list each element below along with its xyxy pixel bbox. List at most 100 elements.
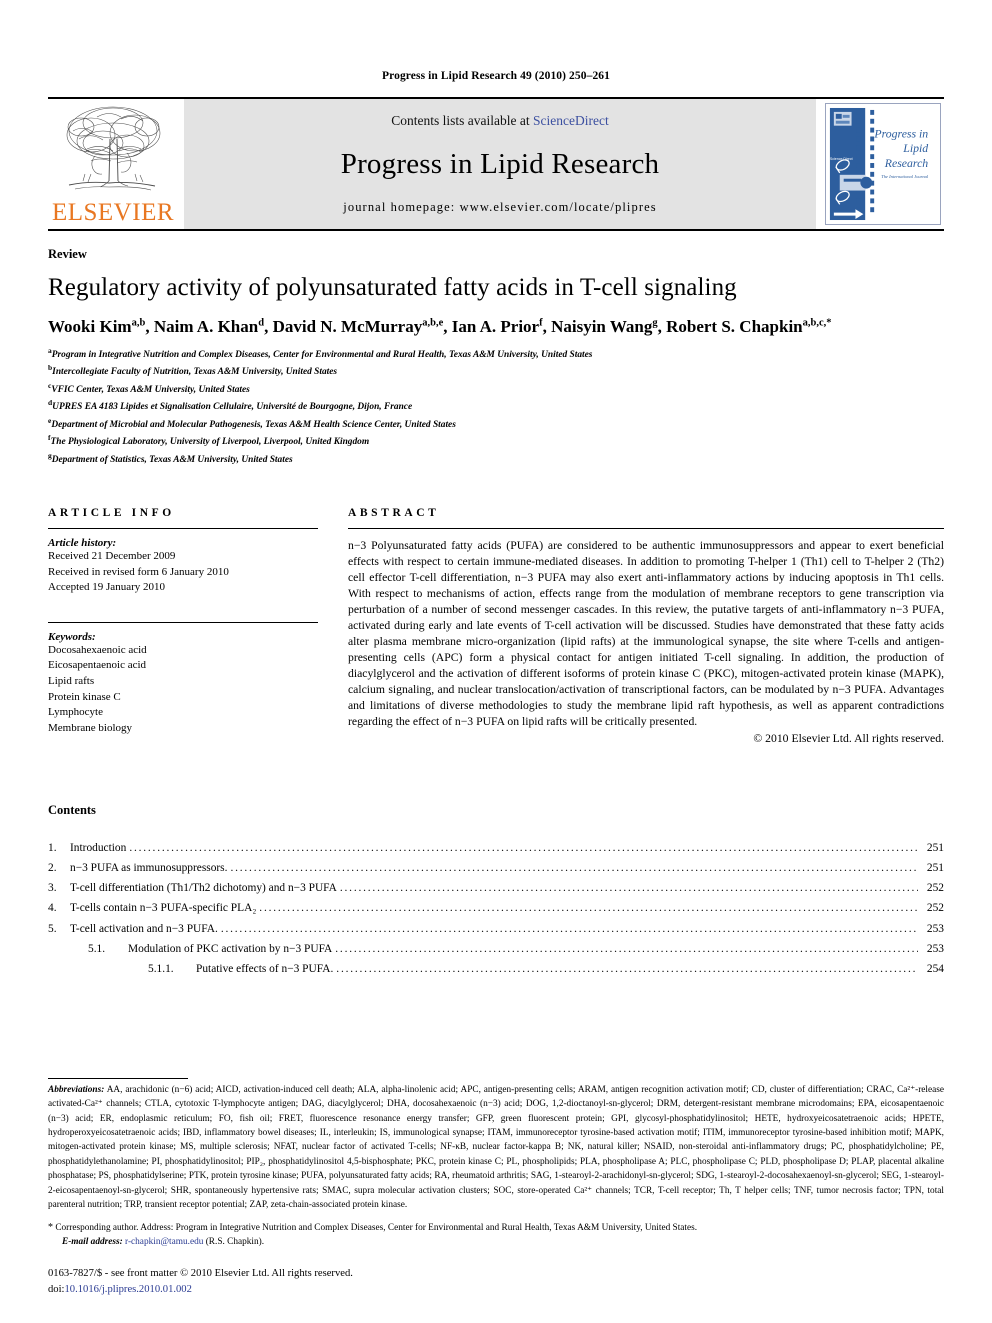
doi-line: doi:10.1016/j.plipres.2010.01.002 — [48, 1282, 944, 1297]
toc-page-number: 254 — [926, 963, 944, 976]
toc-entry[interactable]: 5.1. Modulation of PKC activation by n−3 … — [48, 939, 944, 959]
affiliation-item: fThe Physiological Laboratory, Universit… — [48, 432, 944, 449]
affiliation-item: bIntercollegiate Faculty of Nutrition, T… — [48, 362, 944, 379]
toc-label: T-cell activation and n−3 PUFA. — [70, 922, 218, 935]
affiliation-item: gDepartment of Statistics, Texas A&M Uni… — [48, 450, 944, 467]
author-affiliation-mark: g — [652, 317, 658, 329]
toc-entry[interactable]: 5. T-cell activation and n−3 PUFA........… — [48, 919, 944, 939]
toc-leader-dots: ........................................… — [129, 841, 918, 854]
toc-label: Modulation of PKC activation by n−3 PUFA — [128, 943, 333, 956]
toc-label: T-cell differentiation (Th1/Th2 dichotom… — [70, 882, 337, 895]
journal-cover-image: Science Direct Progress in Lipid Researc… — [825, 103, 941, 225]
author-affiliation-mark: f — [539, 317, 543, 329]
toc-number: 2. — [48, 861, 57, 874]
toc-number: 5.1.1. — [148, 963, 174, 976]
toc-page-number: 252 — [926, 882, 944, 895]
doi-label: doi: — [48, 1283, 65, 1295]
toc-leader-dots: ........................................… — [339, 882, 918, 895]
author-name: Robert S. Chapkin — [666, 316, 803, 336]
toc-number: 5.1. — [88, 943, 106, 956]
toc-entry[interactable]: 5.1.1. Putative effects of n−3 PUFA......… — [48, 959, 944, 979]
article-history-item: Accepted 19 January 2010 — [48, 581, 165, 594]
article-type-label: Review — [48, 247, 87, 261]
affiliation-item: aProgram in Integrative Nutrition and Co… — [48, 345, 944, 362]
email-link[interactable]: r-chapkin@tamu.edu — [125, 1237, 203, 1247]
article-history-label: Article history: — [48, 536, 117, 549]
toc-entry[interactable]: 3. T-cell differentiation (Th1/Th2 dichot… — [48, 878, 944, 898]
keywords-block: Keywords: Docosahexaenoic acid Eicosapent… — [48, 621, 318, 737]
sciencedirect-link[interactable]: ScienceDirect — [533, 113, 609, 128]
affiliation-item: dUPRES EA 4183 Lipides et Signalisation … — [48, 397, 944, 414]
abstract-copyright: © 2010 Elsevier Ltd. All rights reserved… — [753, 731, 944, 745]
abbreviations-note: Abbreviations: AA, arachidonic (n−6) aci… — [48, 1083, 944, 1213]
article-info-column: ARTICLE INFO Article history: Received 2… — [48, 507, 338, 745]
affiliation-text: Department of Statistics, Texas A&M Univ… — [51, 454, 293, 465]
affiliation-text: VFIC Center, Texas A&M University, Unite… — [51, 384, 250, 395]
toc-label: Introduction — [70, 841, 127, 854]
journal-homepage[interactable]: journal homepage: www.elsevier.com/locat… — [343, 200, 656, 215]
toc-number: 1. — [48, 841, 57, 854]
abbreviations-label: Abbreviations: — [48, 1084, 105, 1095]
author-name: Ian A. Prior — [451, 316, 540, 336]
keyword-item: Lipid rafts — [48, 675, 95, 687]
asterisk-icon: * — [48, 1222, 53, 1234]
keywords-label: Keywords: — [48, 630, 96, 643]
journal-masthead: ELSEVIER Contents lists available at Sci… — [48, 99, 944, 229]
email-suffix: (R.S. Chapkin). — [205, 1237, 265, 1248]
author-name: David N. McMurray — [272, 316, 423, 336]
issn-line: 0163-7827/$ - see front matter © 2010 El… — [48, 1268, 353, 1280]
toc-leader-dots: ........................................… — [335, 943, 918, 956]
contents-available-line: Contents lists available at ScienceDirec… — [391, 113, 608, 129]
footnote-rule — [48, 1077, 188, 1079]
footnote-zone: Abbreviations: AA, arachidonic (n−6) aci… — [48, 1077, 944, 1297]
affiliation-text: Program in Integrative Nutrition and Com… — [51, 350, 593, 361]
keyword-item: Eicosapentaenoic acid — [48, 659, 147, 672]
cover-title-1: Progress in — [873, 126, 928, 140]
keywords-rule — [48, 621, 318, 623]
affiliation-text: The Physiological Laboratory, University… — [50, 437, 370, 448]
affiliation-text: UPRES EA 4183 Lipides et Signalisation C… — [52, 402, 413, 413]
abstract-rule — [348, 527, 944, 529]
toc-page-number: 251 — [926, 861, 944, 874]
masthead-bottom-rule — [48, 229, 944, 231]
issn-block: 0163-7827/$ - see front matter © 2010 El… — [48, 1266, 944, 1297]
toc-entry[interactable]: 2. n−3 PUFA as immunosuppressors.........… — [48, 858, 944, 878]
email-label: E-mail address: — [62, 1237, 123, 1248]
svg-text:The International Journal: The International Journal — [881, 174, 929, 179]
article-history-item: Received 21 December 2009 — [48, 549, 176, 562]
author-affiliation-mark: a,b,e — [422, 317, 444, 329]
toc-leader-dots: ........................................… — [230, 861, 918, 874]
article-info-rule — [48, 527, 318, 529]
doi-link[interactable]: 10.1016/j.plipres.2010.01.002 — [64, 1284, 191, 1295]
toc-label: Putative effects of n−3 PUFA. — [196, 963, 334, 976]
journal-title: Progress in Lipid Research — [340, 148, 660, 180]
article-first-page: Progress in Lipid Research 49 (2010) 250… — [0, 0, 992, 1323]
toc-entry[interactable]: 4. T-cells contain n−3 PUFA-specific PLA₂… — [48, 898, 944, 918]
page-title: Regulatory activity of polyunsaturated f… — [48, 274, 737, 301]
author-affiliation-mark: d — [258, 317, 265, 329]
toc-page-number: 252 — [926, 902, 944, 915]
toc-number: 4. — [48, 902, 57, 915]
toc-number: 3. — [48, 882, 57, 895]
affiliation-list: aProgram in Integrative Nutrition and Co… — [48, 345, 944, 467]
toc-page-number: 253 — [926, 922, 944, 935]
affiliation-text: Intercollegiate Faculty of Nutrition, Te… — [52, 367, 338, 378]
cover-title-3: Research — [884, 156, 929, 170]
toc-leader-dots: ........................................… — [220, 922, 918, 935]
article-info-heading: ARTICLE INFO — [48, 506, 175, 519]
affiliation-text: Department of Microbial and Molecular Pa… — [51, 419, 456, 430]
elsevier-wordmark: ELSEVIER — [51, 199, 175, 226]
abstract-text: n−3 Polyunsaturated fatty acids (PUFA) a… — [348, 538, 944, 728]
table-of-contents: 1. Introduction..........................… — [48, 838, 944, 980]
article-history-item: Received in revised form 6 January 2010 — [48, 565, 229, 578]
keyword-item: Docosahexaenoic acid — [48, 643, 147, 656]
abstract-heading: ABSTRACT — [348, 506, 440, 519]
keyword-item: Lymphocyte — [48, 706, 103, 719]
toc-leader-dots: ........................................… — [259, 902, 918, 915]
toc-label: T-cells contain n−3 PUFA-specific PLA₂ — [70, 902, 257, 915]
abbreviations-text: AA, arachidonic (n−6) acid; AICD, activa… — [48, 1084, 944, 1210]
cover-title-2: Lipid — [902, 141, 928, 155]
author-affiliation-mark: a,b,c,* — [802, 317, 832, 329]
toc-entry[interactable]: 1. Introduction..........................… — [48, 838, 944, 858]
author-name: Naisyin Wang — [551, 316, 653, 336]
